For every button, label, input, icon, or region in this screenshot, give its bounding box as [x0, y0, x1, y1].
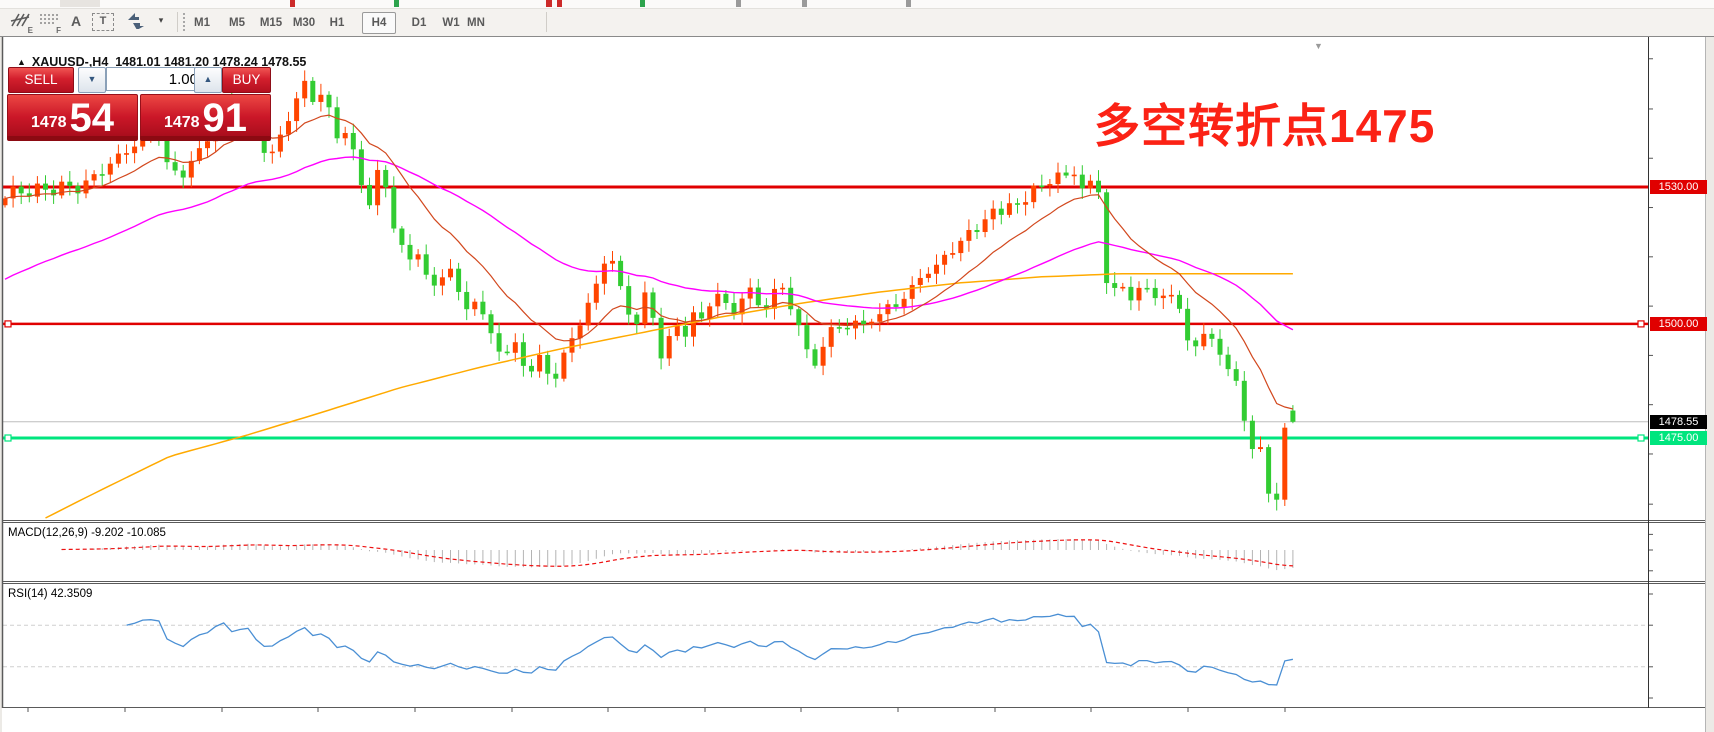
macd-label: MACD(12,26,9) -9.202 -10.085 — [8, 527, 166, 539]
hline-handle-1500[interactable] — [1638, 321, 1644, 327]
price-level-tag: 1475.00 — [1650, 431, 1707, 445]
buy-price-tile[interactable]: 1478 91 — [140, 94, 271, 138]
current-price-tag: 1478.55 — [1650, 415, 1707, 429]
one-click-trade-panel: SELL ▼ ▲ BUY 1478 54 1478 91 — [5, 58, 272, 142]
buy-button[interactable]: BUY — [222, 67, 271, 93]
chart-title-row: ▲XAUUSD-,H4 1481.01 1481.20 1478.24 1478… — [10, 41, 306, 57]
sell-button[interactable]: SELL — [8, 67, 74, 93]
rsi-label: RSI(14) 42.3509 — [8, 588, 92, 600]
sell-price-big: 54 — [70, 99, 115, 137]
volume-down-button[interactable]: ▼ — [78, 67, 106, 93]
price-level-tag: 1500.00 — [1650, 317, 1707, 331]
hline-handle-1500[interactable] — [5, 321, 11, 327]
chart-annotation-text[interactable]: 多空转折点1475 — [1094, 90, 1435, 156]
volume-input[interactable] — [106, 67, 204, 91]
volume-up-button[interactable]: ▲ — [194, 67, 222, 93]
hline-handle-1475[interactable] — [5, 435, 11, 441]
sell-price-main: 1478 — [31, 114, 67, 132]
hline-handle-1475[interactable] — [1638, 435, 1644, 441]
sell-price-tile[interactable]: 1478 54 — [7, 94, 138, 138]
down-arrow-marker-icon[interactable]: ▼ — [1314, 41, 1323, 51]
buy-price-big: 91 — [203, 99, 248, 137]
price-level-tag: 1530.00 — [1650, 180, 1707, 194]
buy-price-main: 1478 — [164, 114, 200, 132]
